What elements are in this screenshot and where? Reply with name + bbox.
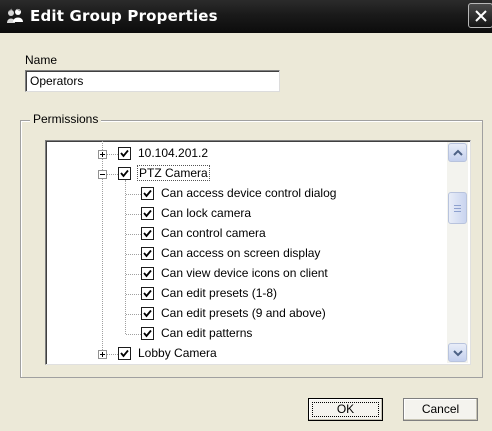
tree-item-label: PTZ Camera [137,165,210,181]
checkmark-icon [120,149,129,158]
ok-button-label: OK [336,402,355,416]
checkmark-icon [143,269,152,278]
checkbox[interactable] [141,227,154,240]
tree-item-label: 10.104.201.2 [138,146,209,160]
permissions-tree[interactable]: 10.104.201.2 PTZ Camera Can access device … [45,140,471,365]
tree-scrollbar[interactable] [447,142,468,363]
scroll-thumb[interactable] [448,192,467,224]
checkbox[interactable] [141,247,154,260]
chevron-down-icon [453,350,463,357]
tree-item[interactable]: Can view device icons on client [46,264,446,284]
tree-item-label: Can control camera [161,226,266,240]
tree-item[interactable]: Can lock camera [46,204,446,224]
scroll-down-button[interactable] [448,343,467,362]
collapse-icon[interactable] [98,170,107,179]
checkmark-icon [143,229,152,238]
tree-item[interactable]: 10.104.201.2 [46,144,446,164]
cancel-button-label: Cancel [421,402,460,416]
tree-item-label: Can edit presets (9 and above) [161,306,326,320]
checkbox[interactable] [141,187,154,200]
title-bar[interactable]: Edit Group Properties [0,0,492,33]
chevron-up-icon [453,149,463,156]
checkmark-icon [120,169,129,178]
tree-item[interactable]: Lobby Camera [46,344,446,364]
expand-icon[interactable] [98,150,107,159]
checkbox[interactable] [141,207,154,220]
expand-icon[interactable] [98,350,107,359]
tree-item-label: Can edit patterns [161,326,253,340]
checkbox[interactable] [141,287,154,300]
tree-item-label: Can access device control dialog [161,186,337,200]
checkbox[interactable] [118,167,131,180]
name-input[interactable]: Operators [25,70,280,92]
checkbox[interactable] [118,147,131,160]
tree-item[interactable]: Can edit presets (9 and above) [46,304,446,324]
group-icon [6,8,24,24]
tree-item-label: Can view device icons on client [161,266,328,280]
cancel-button[interactable]: Cancel [403,398,478,421]
tree-item-label: Can lock camera [161,206,252,220]
checkbox[interactable] [141,267,154,280]
permissions-label: Permissions [30,112,102,126]
checkmark-icon [143,189,152,198]
tree-item[interactable]: Can control camera [46,224,446,244]
scroll-up-button[interactable] [448,143,467,162]
tree-item-label: Can edit presets (1-8) [161,286,278,300]
name-label: Name [25,53,58,67]
checkbox[interactable] [141,327,154,340]
window-title: Edit Group Properties [30,7,218,25]
close-button[interactable] [468,3,492,28]
checkmark-icon [143,209,152,218]
tree-item-label: Can access on screen display [161,246,321,260]
checkmark-icon [143,309,152,318]
checkmark-icon [120,349,129,358]
tree-item[interactable]: Can edit patterns [46,324,446,344]
close-icon [475,10,487,22]
checkmark-icon [143,249,152,258]
tree-item[interactable]: Can access device control dialog [46,184,446,204]
ok-button[interactable]: OK [308,398,383,421]
checkbox[interactable] [141,307,154,320]
tree-item[interactable]: PTZ Camera [46,164,446,184]
checkmark-icon [143,329,152,338]
checkbox[interactable] [118,347,131,360]
tree-item[interactable]: Can access on screen display [46,244,446,264]
tree-item-label: Lobby Camera [138,346,217,360]
checkmark-icon [143,289,152,298]
tree-item[interactable]: Can edit presets (1-8) [46,284,446,304]
